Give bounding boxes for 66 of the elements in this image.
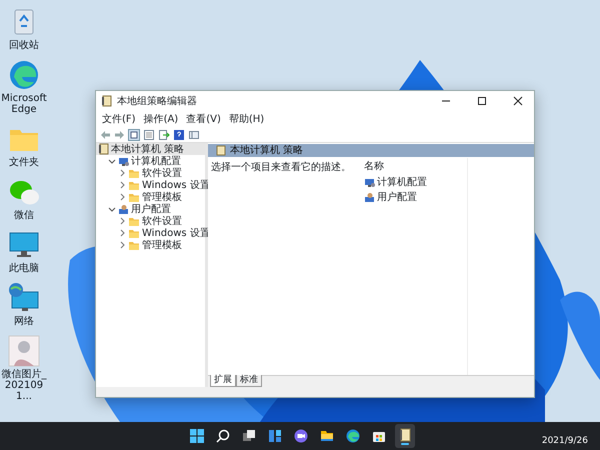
folder-icon xyxy=(128,228,140,238)
store-icon[interactable] xyxy=(372,429,386,443)
policy-icon xyxy=(102,95,113,107)
header-title: 本地计算机 策略 xyxy=(230,144,304,158)
tree-item[interactable]: 本地计算机 策略 xyxy=(96,143,205,155)
video-chat-icon[interactable] xyxy=(294,429,308,443)
chevron-right-icon[interactable] xyxy=(118,217,126,225)
help-icon[interactable] xyxy=(173,128,185,140)
folder-icon xyxy=(128,192,140,202)
user-icon xyxy=(364,192,375,203)
widgets-icon[interactable] xyxy=(268,429,282,443)
icon-label[interactable]: 微信图片_2021091... xyxy=(1,369,47,402)
folder-icon xyxy=(128,216,140,226)
start-icon[interactable] xyxy=(190,429,204,443)
tree-view-icon[interactable] xyxy=(128,128,140,140)
column-header[interactable]: 名称 xyxy=(358,158,467,175)
tree-item[interactable]: 软件设置 xyxy=(96,215,205,227)
icon-label[interactable]: 微信 xyxy=(1,210,47,221)
edge-icon[interactable] xyxy=(346,429,360,443)
task-view-icon[interactable] xyxy=(242,429,256,443)
folder-icon xyxy=(128,240,140,250)
taskbar-button[interactable] xyxy=(394,424,415,448)
icon-label[interactable]: 此电脑 xyxy=(1,263,47,274)
tab[interactable]: 扩展 xyxy=(210,375,236,387)
chevron-right-icon[interactable] xyxy=(118,169,126,177)
list-item[interactable]: 用户配置 xyxy=(358,190,467,205)
icon-label[interactable]: 回收站 xyxy=(1,40,47,51)
description-text: 选择一个项目来查看它的描述。 xyxy=(210,160,352,175)
folder-icon xyxy=(128,180,140,190)
icon-label[interactable]: 网络 xyxy=(1,316,47,327)
properties-icon[interactable] xyxy=(143,128,155,140)
view-icon[interactable] xyxy=(188,128,200,140)
export-icon[interactable] xyxy=(158,128,170,140)
policy-icon xyxy=(216,145,226,156)
folder-icon[interactable] xyxy=(320,429,334,443)
tree-item[interactable]: 管理模板 xyxy=(96,191,205,203)
tree-item[interactable]: 计算机配置 xyxy=(96,155,205,167)
list-item[interactable]: 计算机配置 xyxy=(358,175,467,190)
policy-icon[interactable] xyxy=(398,428,412,442)
close-icon[interactable] xyxy=(513,96,523,106)
menu-item[interactable]: 操作(A) xyxy=(144,112,178,126)
chevron-right-icon[interactable] xyxy=(118,229,126,237)
menu-item[interactable]: 帮助(H) xyxy=(228,112,264,126)
search-icon[interactable] xyxy=(216,429,230,443)
tab[interactable]: 标准 xyxy=(236,375,262,387)
date-text: 2021/9/26 xyxy=(542,434,589,448)
tree-item[interactable]: 管理模板 xyxy=(96,239,205,251)
tree-item[interactable]: 用户配置 xyxy=(96,203,205,215)
policy-icon xyxy=(98,143,109,155)
image-thumbnail-icon[interactable] xyxy=(6,333,42,369)
chevron-down-icon[interactable] xyxy=(108,205,116,213)
chevron-right-icon[interactable] xyxy=(118,193,126,201)
computer-icon xyxy=(364,177,375,188)
user-icon xyxy=(118,204,129,214)
chevron-right-icon[interactable] xyxy=(118,181,126,189)
menu-item[interactable]: 查看(V) xyxy=(186,112,221,126)
menu-item[interactable]: 文件(F) xyxy=(102,112,136,126)
folder-icon xyxy=(128,168,140,178)
maximize-icon[interactable] xyxy=(477,96,487,106)
chevron-right-icon[interactable] xyxy=(118,241,126,249)
chevron-down-icon[interactable] xyxy=(108,157,116,165)
tree-item[interactable]: 软件设置 xyxy=(96,167,205,179)
window-title: 本地组策略编辑器 xyxy=(117,94,197,108)
icon-label[interactable]: 文件夹 xyxy=(1,157,47,168)
icon-label[interactable]: Microsoft Edge xyxy=(1,93,47,115)
computer-icon xyxy=(118,156,129,166)
